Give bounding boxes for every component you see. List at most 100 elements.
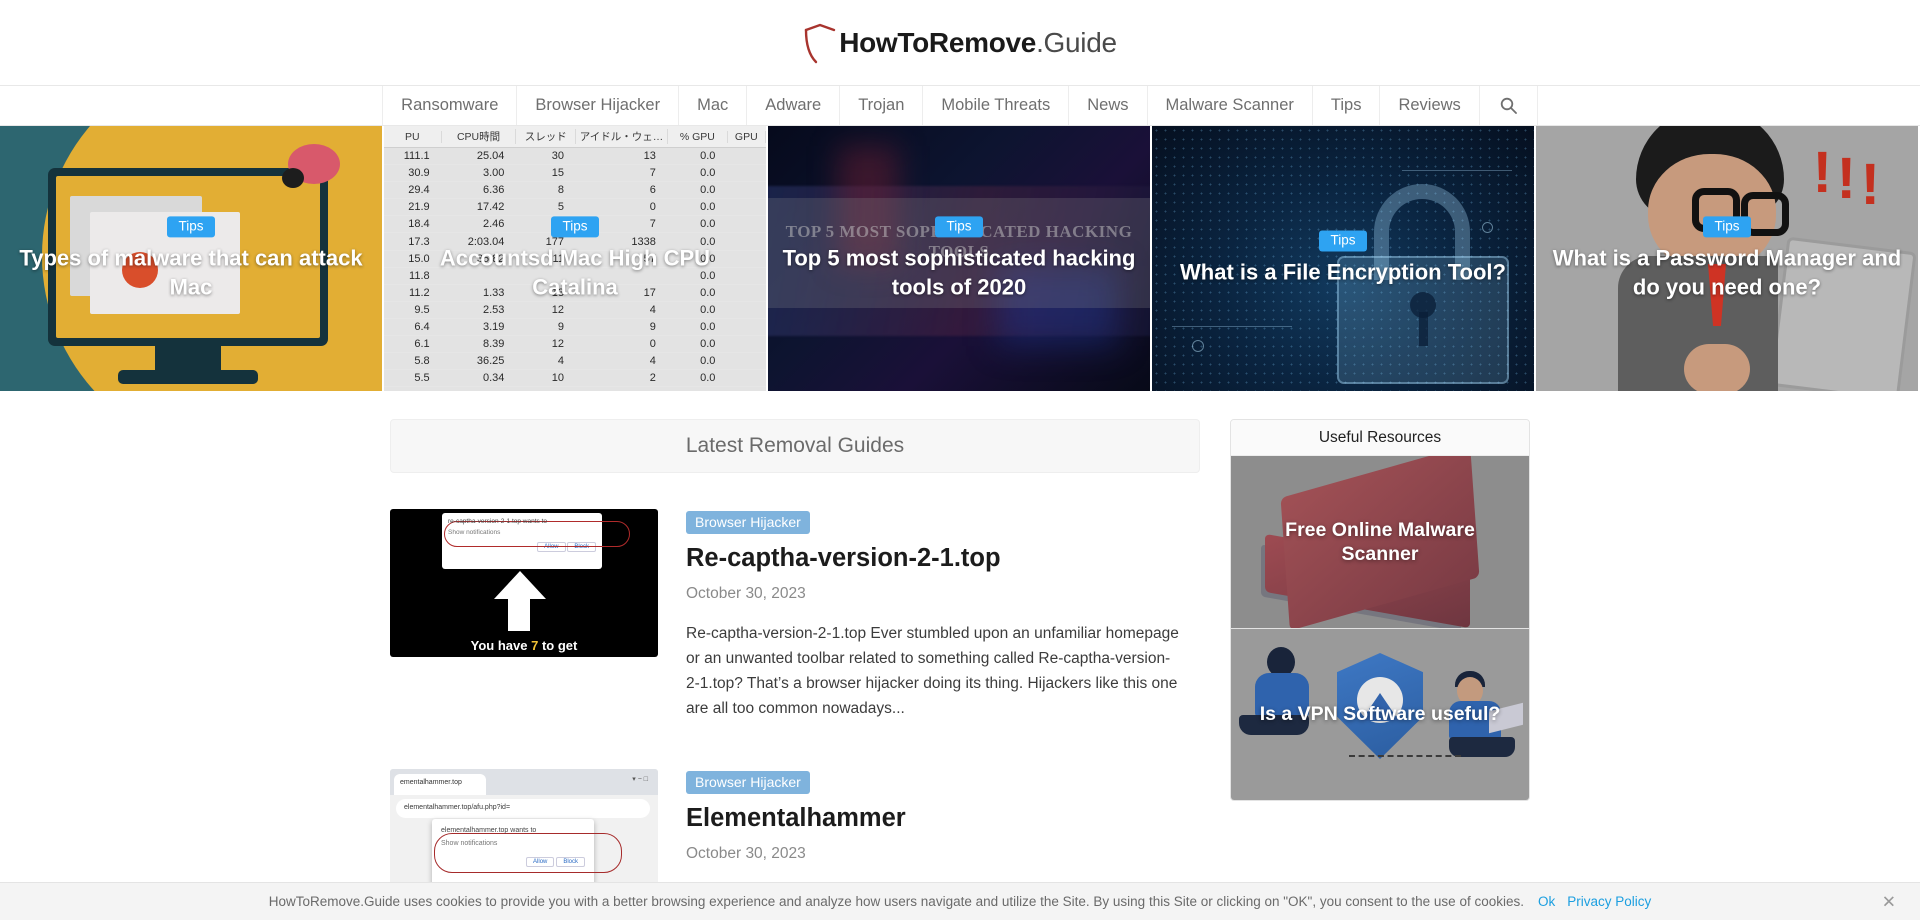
activity-monitor-cell: 9 xyxy=(557,320,564,333)
carousel-card-2[interactable]: PU CPU時間 スレッド アイドル・ウェ…% GPU GPU 111.1 25.04 30 1… xyxy=(384,126,768,391)
cookie-message: HowToRemove.Guide uses cookies to provid… xyxy=(268,894,1524,909)
activity-monitor-column-header: スレッド xyxy=(516,129,576,144)
activity-monitor-header-row: PU CPU時間 スレッド アイドル・ウェ…% GPU GPU xyxy=(384,126,766,148)
activity-monitor-column-header: GPU xyxy=(728,130,766,143)
nav-item-news[interactable]: News xyxy=(1069,86,1148,125)
post-1-body: Browser Hijacker Re-captha-version-2-1.t… xyxy=(686,509,1200,721)
post-1-excerpt: Re-captha-version-2-1.top Ever stumbled … xyxy=(686,624,1179,718)
post-1-thumb-popup: re-captha-version-2-1.top wants to Show … xyxy=(442,513,630,569)
card-3-badge[interactable]: Tips xyxy=(935,215,983,238)
activity-monitor-column-header: % GPU xyxy=(668,130,728,143)
site-logo[interactable]: HowToRemove.Guide xyxy=(803,22,1117,64)
post-2-category-badge[interactable]: Browser Hijacker xyxy=(686,771,810,795)
page-body: Latest Removal Guides re-captha-version-… xyxy=(0,391,1920,920)
post-1-category-badge[interactable]: Browser Hijacker xyxy=(686,511,810,535)
close-icon[interactable]: ✕ xyxy=(1882,893,1896,910)
activity-monitor-cell: 25.04 xyxy=(476,150,505,163)
page-title: Latest Removal Guides xyxy=(685,434,905,457)
activity-monitor-cell: 0 xyxy=(649,201,656,214)
activity-monitor-cell: 0.34 xyxy=(482,372,505,385)
activity-monitor-cell: 2.53 xyxy=(482,303,505,316)
carousel-card-3[interactable]: TOP 5 MOST SOPHISTICATED HACKING TOOLS T… xyxy=(768,126,1152,391)
activity-monitor-cell: 6.4 xyxy=(414,320,430,333)
activity-monitor-cell: 13 xyxy=(643,150,656,163)
card-4-title: What is a File Encryption Tool? xyxy=(1180,259,1506,285)
activity-monitor-cell: 2 xyxy=(649,372,656,385)
sidebar-tile-1-label: Free Online Malware Scanner xyxy=(1285,518,1475,565)
post-1-thumb-caption: You have 7 to get xyxy=(390,638,658,653)
post-1-date: October 30, 2023 xyxy=(686,584,806,602)
activity-monitor-cell: 0.0 xyxy=(700,167,716,180)
post-1-title[interactable]: Re-captha-version-2-1.top xyxy=(686,543,1200,574)
sidebar: Useful Resources Free Online Malware Sca… xyxy=(1230,419,1530,920)
nav-item-ransomware[interactable]: Ransomware xyxy=(382,86,518,125)
card-5-badge[interactable]: Tips xyxy=(1703,215,1751,238)
section-header: Latest Removal Guides xyxy=(390,419,1200,473)
activity-monitor-cell: 29.4 xyxy=(408,184,430,197)
activity-monitor-cell: 30.9 xyxy=(408,167,430,180)
privacy-policy-link[interactable]: Privacy Policy xyxy=(1567,894,1651,909)
activity-monitor-cell: 111.1 xyxy=(403,150,430,163)
nav-item-mac[interactable]: Mac xyxy=(679,86,748,125)
site-header: HowToRemove.Guide xyxy=(0,0,1920,85)
post-1-popup-title: re-captha-version-2-1.top wants to xyxy=(448,518,547,525)
card-1-badge[interactable]: Tips xyxy=(167,215,215,238)
activity-monitor-cell: 0.0 xyxy=(700,372,716,385)
sidebar-tile-vpn[interactable]: Is a VPN Software useful? xyxy=(1231,628,1529,800)
post-2-date: October 30, 2023 xyxy=(686,844,806,862)
card-1-title: Types of malware that can attack Mac xyxy=(19,245,363,299)
useful-resources-widget: Useful Resources Free Online Malware Sca… xyxy=(1230,419,1530,801)
nav-item-tips[interactable]: Tips xyxy=(1313,86,1381,125)
carousel-card-5[interactable]: ! ! ! Tips What is a Password Manager an… xyxy=(1536,126,1920,391)
nav-list: Ransomware Browser Hijacker Mac Adware T… xyxy=(382,86,1538,125)
hero-carousel: Tips Types of malware that can attack Ma… xyxy=(0,126,1920,391)
activity-monitor-cell: 5 xyxy=(557,201,564,214)
widget-title: Useful Resources xyxy=(1231,420,1529,456)
activity-monitor-cell: 3.00 xyxy=(482,167,505,180)
activity-monitor-cell: 9 xyxy=(649,320,656,333)
activity-monitor-cell: 8 xyxy=(557,184,564,197)
activity-monitor-cell: 5.5 xyxy=(414,372,430,385)
activity-monitor-row: 21.9 17.42 5 0 0.0 xyxy=(384,199,766,217)
nav-item-browser-hijacker[interactable]: Browser Hijacker xyxy=(517,86,680,125)
activity-monitor-cell: 4 xyxy=(557,355,564,368)
search-icon[interactable] xyxy=(1480,86,1538,125)
activity-monitor-cell: 0.0 xyxy=(700,184,716,197)
card-4-badge[interactable]: Tips xyxy=(1319,230,1367,252)
main-navigation: Ransomware Browser Hijacker Mac Adware T… xyxy=(0,85,1920,126)
nav-item-malware-scanner[interactable]: Malware Scanner xyxy=(1148,86,1313,125)
activity-monitor-cell: 5.8 xyxy=(414,355,430,368)
sidebar-tile-malware-scanner[interactable]: Free Online Malware Scanner xyxy=(1231,456,1529,628)
activity-monitor-cell: 0 xyxy=(649,338,656,351)
activity-monitor-cell: 0.0 xyxy=(700,320,716,333)
activity-monitor-cell: 9.5 xyxy=(414,303,430,316)
cookie-ok-button[interactable]: Ok xyxy=(1538,894,1555,909)
activity-monitor-cell: 6 xyxy=(649,184,656,197)
post-2-popup-title: elementalhammer.top wants to xyxy=(441,827,537,835)
post-list-item-1: re-captha-version-2-1.top wants to Show … xyxy=(390,509,1200,721)
post-2-title[interactable]: Elementalhammer xyxy=(686,803,1200,834)
activity-monitor-row: 5.5 0.34 10 2 0.0 xyxy=(384,370,766,388)
activity-monitor-column-header: アイドル・ウェ… xyxy=(576,129,669,144)
shield-icon xyxy=(803,22,837,64)
activity-monitor-cell: 36.25 xyxy=(476,355,505,368)
nav-item-trojan[interactable]: Trojan xyxy=(840,86,924,125)
activity-monitor-row: 5.8 36.25 4 4 0.0 xyxy=(384,353,766,371)
post-1-thumbnail[interactable]: re-captha-version-2-1.top wants to Show … xyxy=(390,509,658,657)
nav-item-reviews[interactable]: Reviews xyxy=(1380,86,1480,125)
activity-monitor-cell: 10 xyxy=(551,372,564,385)
nav-item-adware[interactable]: Adware xyxy=(747,86,841,125)
carousel-card-4[interactable]: Tips What is a File Encryption Tool? xyxy=(1152,126,1536,391)
activity-monitor-row: 6.1 8.39 12 0 0.0 xyxy=(384,336,766,354)
activity-monitor-cell: 8.39 xyxy=(482,338,505,351)
activity-monitor-cell: 12 xyxy=(551,338,564,351)
activity-monitor-row: 9.5 2.53 12 4 0.0 xyxy=(384,302,766,319)
activity-monitor-cell: 6.36 xyxy=(482,184,505,197)
nav-item-mobile-threats[interactable]: Mobile Threats xyxy=(923,86,1070,125)
card-3-title: Top 5 most sophisticated hacking tools o… xyxy=(782,245,1136,299)
card-2-badge[interactable]: Tips xyxy=(551,215,599,238)
activity-monitor-cell: 6.1 xyxy=(414,338,430,351)
main-content: Latest Removal Guides re-captha-version-… xyxy=(390,419,1200,920)
carousel-card-1[interactable]: Tips Types of malware that can attack Ma… xyxy=(0,126,384,391)
activity-monitor-cell: 3.19 xyxy=(482,320,505,333)
